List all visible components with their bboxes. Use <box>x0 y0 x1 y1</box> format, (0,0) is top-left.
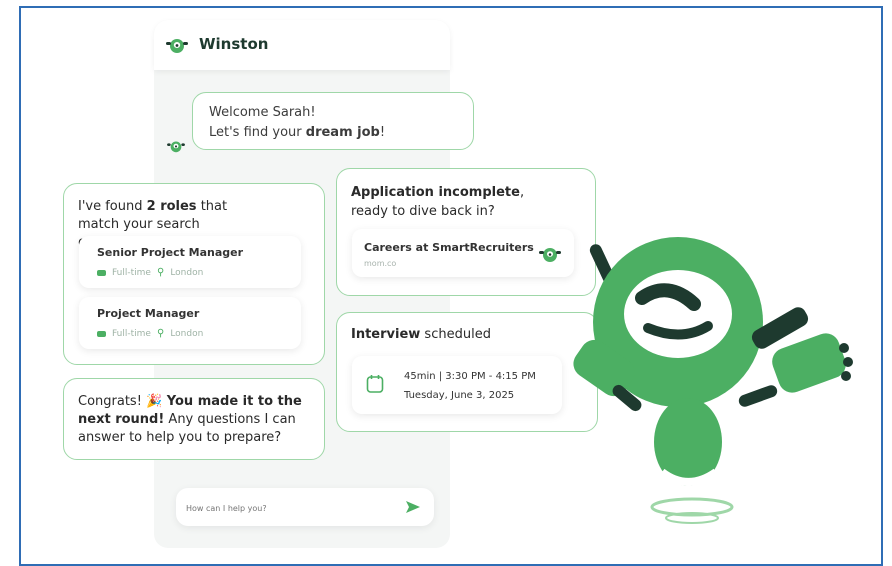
interview-time: 45min | 3:30 PM - 4:15 PM <box>404 371 536 382</box>
welcome-line-2: Let's find your dream job! <box>209 125 386 140</box>
welcome-line-1: Welcome Sarah! <box>209 105 316 120</box>
welcome-message: Welcome Sarah! Let's find your dream job… <box>192 92 474 150</box>
role-title: Senior Project Manager <box>97 246 244 259</box>
winston-robot-illustration <box>573 237 853 524</box>
interview-date: Tuesday, June 3, 2025 <box>404 390 515 401</box>
application-subtitle: ready to dive back in? <box>351 204 495 219</box>
briefcase-icon <box>97 330 106 337</box>
careers-link-card[interactable]: Careers at SmartRecruiters mom.co <box>352 229 574 277</box>
interview-details-card[interactable]: 45min | 3:30 PM - 4:15 PM Tuesday, June … <box>352 356 562 414</box>
congrats-message: Congrats! 🎉 You made it to the next roun… <box>63 378 325 460</box>
message-input[interactable] <box>184 495 388 521</box>
party-emoji-icon: 🎉 <box>146 394 163 409</box>
winston-logo-icon <box>166 39 188 53</box>
role-meta: Full-time ⚲ London <box>97 328 203 339</box>
location-pin-icon: ⚲ <box>156 267 165 278</box>
calendar-icon <box>366 375 384 393</box>
role-meta: Full-time ⚲ London <box>97 267 203 278</box>
careers-title: Careers at SmartRecruiters <box>364 241 534 254</box>
location-pin-icon: ⚲ <box>156 328 165 339</box>
role-card-senior-project-manager[interactable]: Senior Project Manager Full-time ⚲ Londo… <box>79 236 301 288</box>
interview-title: Interview scheduled <box>351 327 491 342</box>
chat-title: Winston <box>199 35 269 53</box>
bot-avatar-icon <box>167 141 185 153</box>
role-card-project-manager[interactable]: Project Manager Full-time ⚲ London <box>79 297 301 349</box>
send-icon[interactable] <box>403 498 423 516</box>
application-title: Application incomplete, <box>351 185 525 200</box>
winston-icon <box>539 248 561 262</box>
role-title: Project Manager <box>97 307 200 320</box>
careers-url: mom.co <box>364 259 397 268</box>
briefcase-icon <box>97 269 106 276</box>
